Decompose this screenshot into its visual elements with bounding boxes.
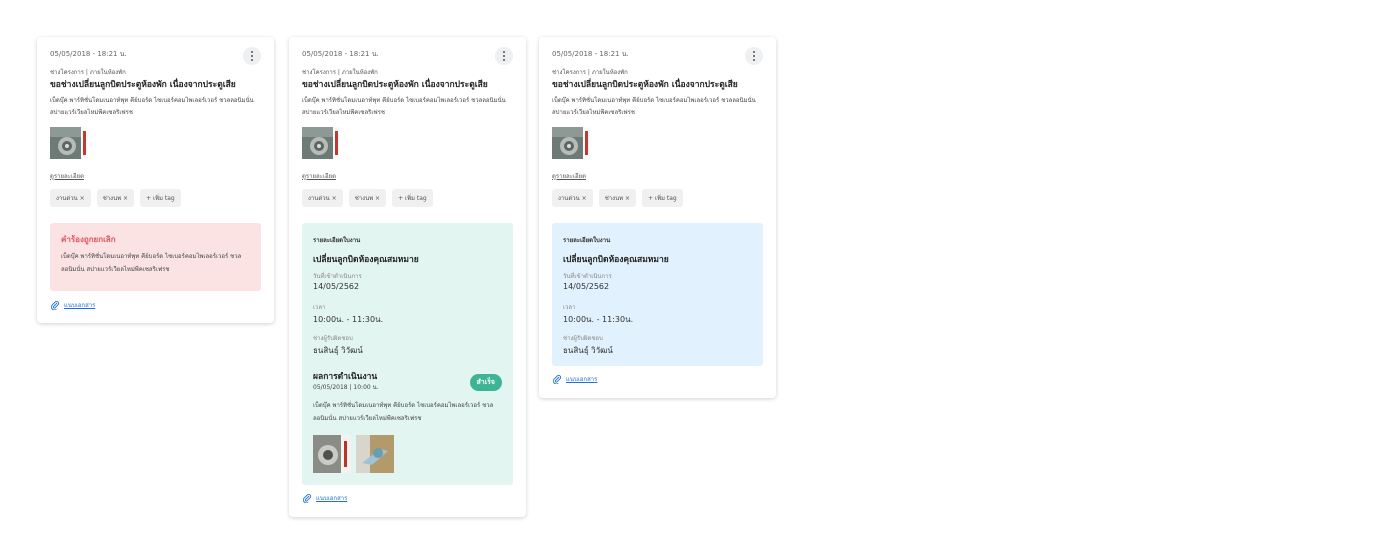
- add-tag-button[interactable]: + เพิ่ม tag: [642, 189, 683, 207]
- result-description: เบ็ดบุ๊ค พาร์ทิชั่นโดมเนอาท์พุท คีย์บอร์…: [313, 402, 494, 422]
- technician-value: ธนสินธุ์ วิวัฒน์: [563, 346, 613, 355]
- door-knob-photo[interactable]: [302, 127, 340, 159]
- request-title: ขอช่างเปลี่ยนลูกบิดประตูห้องพัก เนื่องจา…: [50, 80, 236, 90]
- more-vertical-icon: [251, 50, 253, 62]
- result-photo-2[interactable]: [356, 435, 394, 473]
- attach-document-label: แนบเอกสาร: [566, 376, 598, 383]
- result-date: 05/05/2018 | 10:00 น.: [313, 384, 379, 391]
- technician-label: ช่างผู้รับผิดชอบ: [563, 335, 603, 342]
- work-order-heading: รายละเอียดใบงาน: [563, 237, 611, 244]
- request-description: เบ็ดบุ๊ค พาร์ทิชั่นโดมเนอาท์พุท คีย์บอร์…: [50, 97, 254, 116]
- request-date: 05/05/2018 - 18:21 น.: [302, 50, 379, 58]
- tag-technician[interactable]: ช่างนพ ×: [348, 189, 387, 207]
- view-details-link[interactable]: ดูรายละเอียด: [552, 171, 586, 181]
- card-menu-button[interactable]: [495, 47, 513, 65]
- paperclip-icon: [50, 300, 60, 310]
- paperclip-icon: [302, 493, 312, 503]
- door-knob-photo[interactable]: [552, 127, 590, 159]
- time-label: เวลา: [563, 304, 576, 311]
- more-vertical-icon: [753, 50, 755, 62]
- attach-document-link[interactable]: แนบเอกสาร: [552, 374, 597, 384]
- more-vertical-icon: [503, 50, 505, 62]
- cancelled-panel: คำร้องถูกยกเลิก เบ็ดบุ๊ค พาร์ทิชั่นโดมเน…: [50, 223, 261, 291]
- visit-date-value: 14/05/2562: [563, 282, 610, 291]
- door-knob-photo[interactable]: [50, 127, 88, 159]
- time-value: 10:00น. - 11:30น.: [313, 315, 384, 324]
- technician-value: ธนสินธุ์ วิวัฒน์: [313, 346, 363, 355]
- cancelled-reason: เบ็ดบุ๊ค พาร์ทิชั่นโดมเนอาท์พุท คีย์บอร์…: [61, 253, 242, 273]
- add-tag-button[interactable]: + เพิ่ม tag: [392, 189, 433, 207]
- work-order-heading: รายละเอียดใบงาน: [313, 237, 361, 244]
- request-card-cancelled: 05/05/2018 - 18:21 น. ช่างโครงการ | ภายใ…: [37, 37, 274, 323]
- request-date: 05/05/2018 - 18:21 น.: [552, 50, 629, 58]
- tag-list: งานด่วน × ช่างนพ × + เพิ่ม tag: [302, 189, 433, 207]
- time-label: เวลา: [313, 304, 326, 311]
- request-category: ช่างโครงการ | ภายในห้องพัก: [552, 69, 628, 76]
- paperclip-icon: [552, 374, 562, 384]
- attach-document-label: แนบเอกสาร: [316, 495, 348, 502]
- request-card-completed: 05/05/2018 - 18:21 น. ช่างโครงการ | ภายใ…: [289, 37, 526, 517]
- work-order-title: เปลี่ยนลูกบิดห้องคุณสมหมาย: [563, 255, 669, 265]
- card-menu-button[interactable]: [745, 47, 763, 65]
- status-badge: สำเร็จ: [469, 374, 502, 391]
- card-menu-button[interactable]: [243, 47, 261, 65]
- visit-date-label: วันที่เข้าดำเนินการ: [313, 273, 362, 280]
- visit-date-value: 14/05/2562: [313, 282, 360, 291]
- attach-document-link[interactable]: แนบเอกสาร: [302, 493, 347, 503]
- attach-document-label: แนบเอกสาร: [64, 302, 96, 309]
- attach-document-link[interactable]: แนบเอกสาร: [50, 300, 95, 310]
- tag-technician[interactable]: ช่างนพ ×: [96, 189, 135, 207]
- technician-label: ช่างผู้รับผิดชอบ: [313, 335, 353, 342]
- result-photo-1[interactable]: [313, 435, 351, 473]
- tag-list: งานด่วน × ช่างนพ × + เพิ่ม tag: [552, 189, 683, 207]
- time-value: 10:00น. - 11:30น.: [563, 315, 634, 324]
- add-tag-button[interactable]: + เพิ่ม tag: [140, 189, 181, 207]
- request-category: ช่างโครงการ | ภายในห้องพัก: [302, 69, 378, 76]
- view-details-link[interactable]: ดูรายละเอียด: [302, 171, 336, 181]
- visit-date-label: วันที่เข้าดำเนินการ: [563, 273, 612, 280]
- work-order-title: เปลี่ยนลูกบิดห้องคุณสมหมาย: [313, 255, 419, 265]
- request-description: เบ็ดบุ๊ค พาร์ทิชั่นโดมเนอาท์พุท คีย์บอร์…: [302, 97, 506, 116]
- tag-urgent[interactable]: งานด่วน ×: [302, 189, 343, 207]
- result-title: ผลการดำเนินงาน: [313, 372, 378, 382]
- tag-technician[interactable]: ช่างนพ ×: [598, 189, 637, 207]
- request-description: เบ็ดบุ๊ค พาร์ทิชั่นโดมเนอาท์พุท คีย์บอร์…: [552, 97, 756, 116]
- request-date: 05/05/2018 - 18:21 น.: [50, 50, 127, 58]
- tag-urgent[interactable]: งานด่วน ×: [50, 189, 91, 207]
- work-order-panel: รายละเอียดใบงาน เปลี่ยนลูกบิดห้องคุณสมหม…: [552, 223, 763, 366]
- request-title: ขอช่างเปลี่ยนลูกบิดประตูห้องพัก เนื่องจา…: [302, 80, 488, 90]
- work-order-panel: รายละเอียดใบงาน เปลี่ยนลูกบิดห้องคุณสมหม…: [302, 223, 513, 485]
- view-details-link[interactable]: ดูรายละเอียด: [50, 171, 84, 181]
- request-category: ช่างโครงการ | ภายในห้องพัก: [50, 69, 126, 76]
- request-title: ขอช่างเปลี่ยนลูกบิดประตูห้องพัก เนื่องจา…: [552, 80, 738, 90]
- cancelled-title: คำร้องถูกยกเลิก: [61, 235, 116, 244]
- tag-list: งานด่วน × ช่างนพ × + เพิ่ม tag: [50, 189, 181, 207]
- request-card-scheduled: 05/05/2018 - 18:21 น. ช่างโครงการ | ภายใ…: [539, 37, 776, 398]
- tag-urgent[interactable]: งานด่วน ×: [552, 189, 593, 207]
